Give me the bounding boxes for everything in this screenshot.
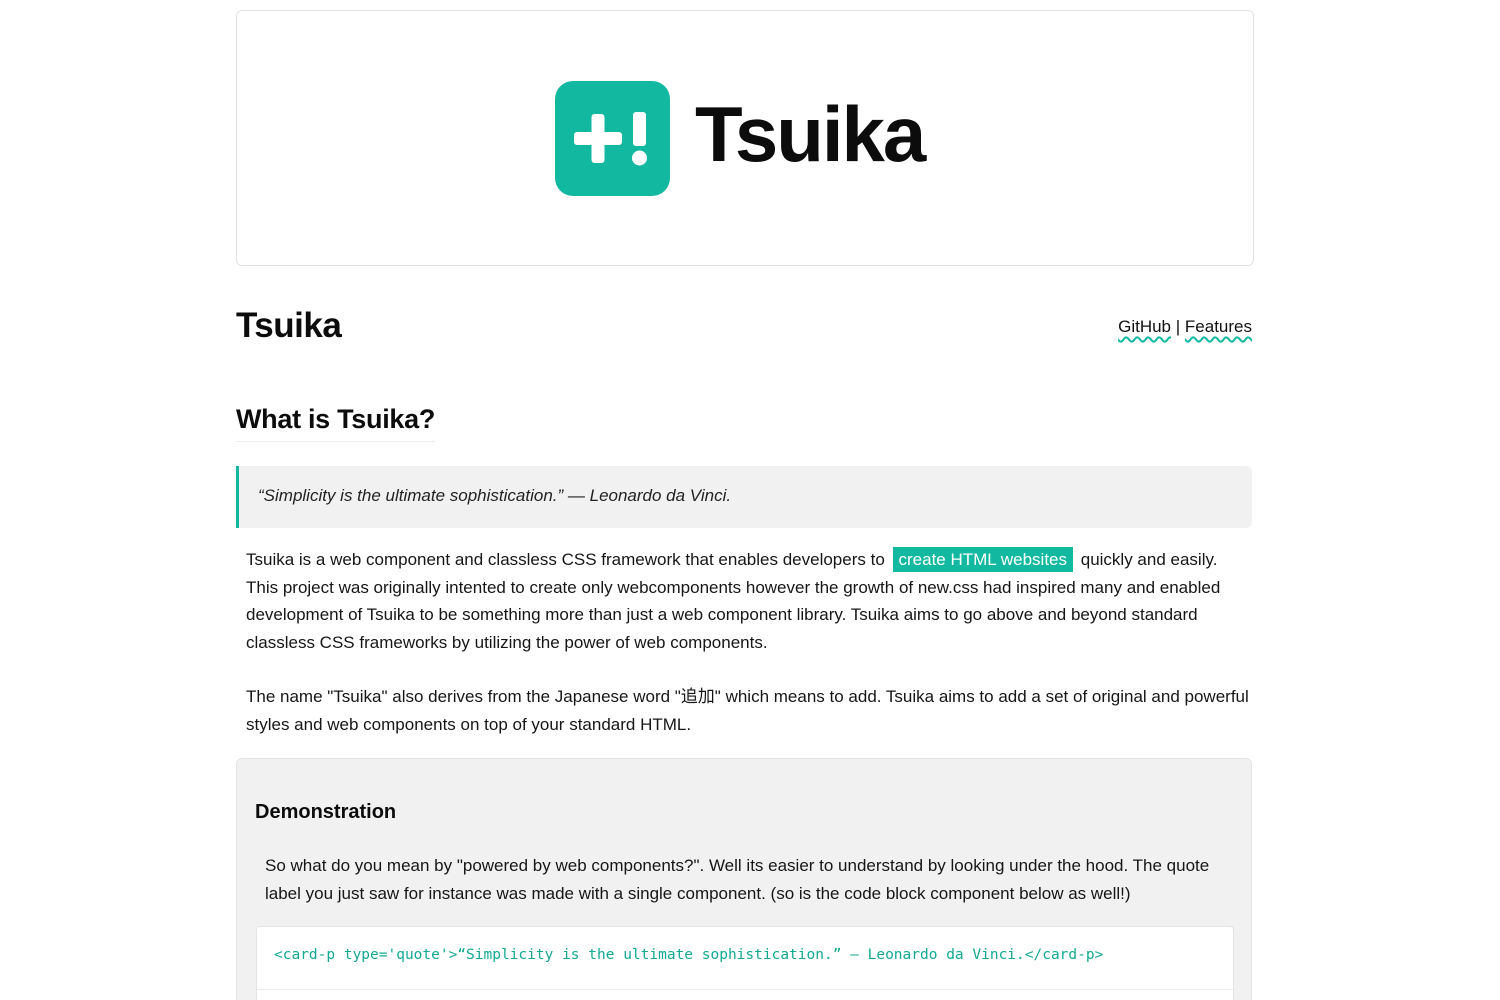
page: Tsuika Tsuika GitHub | Features What is … (0, 0, 1500, 1000)
github-link[interactable]: GitHub (1118, 317, 1171, 336)
nav-separator: | (1175, 317, 1181, 336)
code-line: <card-p type='quote'>“Simplicity is the … (274, 947, 1104, 963)
site-title: Tsuika (236, 306, 342, 345)
top-nav: GitHub | Features (1118, 317, 1252, 337)
quote-text: “Simplicity is the ultimate sophisticati… (258, 486, 732, 505)
features-link[interactable]: Features (1185, 317, 1252, 336)
logo-wordmark: Tsuika (695, 90, 926, 178)
intro-text-start: Tsuika is a web component and classless … (246, 550, 885, 569)
plus-exclamation-icon (555, 81, 670, 196)
logo-banner: Tsuika (236, 10, 1254, 266)
site-header: Tsuika GitHub | Features (236, 304, 1252, 350)
section-heading: What is Tsuika? (236, 404, 435, 442)
demonstration-card: Demonstration So what do you mean by "po… (236, 758, 1252, 1000)
demo-title: Demonstration (255, 801, 397, 823)
name-origin-paragraph: The name "Tsuika" also derives from the … (246, 687, 1249, 734)
code-divider (257, 989, 1233, 990)
intro-paragraph: Tsuika is a web component and classless … (246, 546, 1250, 656)
demo-text: So what do you mean by "powered by web c… (265, 856, 1210, 903)
quote-card: “Simplicity is the ultimate sophisticati… (236, 466, 1252, 528)
highlight-badge: create HTML websites (892, 547, 1073, 572)
code-block[interactable]: <card-p type='quote'>“Simplicity is the … (256, 926, 1234, 1000)
